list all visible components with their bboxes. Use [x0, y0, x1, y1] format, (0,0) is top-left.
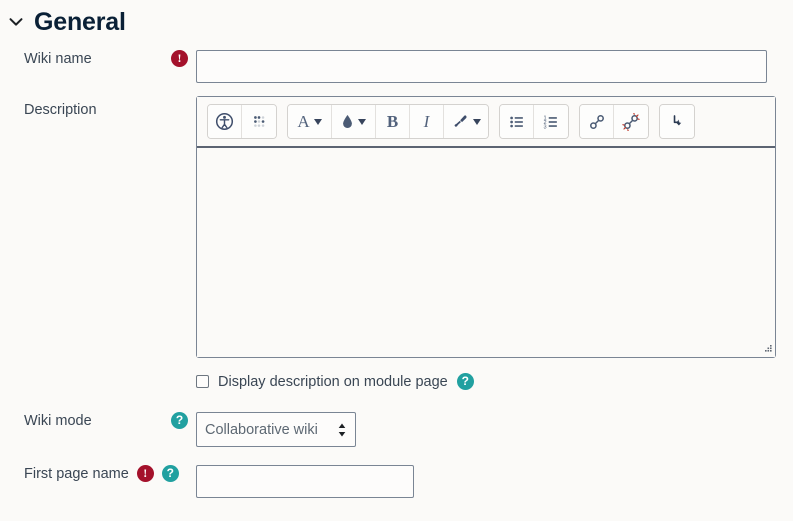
chevron-down-icon: [472, 118, 481, 125]
display-description-label: Display description on module page: [218, 373, 448, 390]
text-color-icon[interactable]: [332, 105, 376, 138]
wiki-mode-label: Wiki mode: [24, 412, 92, 429]
toolbar-group-accessibility: [207, 104, 277, 139]
description-textarea[interactable]: [197, 148, 775, 357]
chevron-down-icon: [313, 118, 322, 125]
display-description-checkbox[interactable]: [196, 375, 209, 388]
editor-toolbar: A B I 1 2 3: [197, 97, 775, 148]
chevron-down-icon[interactable]: [8, 14, 24, 30]
field-col-wiki-name: [196, 50, 793, 83]
help-question-icon[interactable]: ?: [171, 412, 188, 429]
ordered-list-icon[interactable]: 1 2 3: [534, 105, 568, 138]
italic-icon[interactable]: I: [410, 105, 444, 138]
chevron-down-icon: [358, 118, 366, 125]
wiki-mode-selected-value: Collaborative wiki: [205, 421, 318, 438]
toolbar-group-insert: [659, 104, 695, 139]
link-icon[interactable]: [580, 105, 614, 138]
unordered-list-icon[interactable]: [500, 105, 534, 138]
rich-text-editor: A B I 1 2 3: [196, 96, 776, 358]
wiki-name-input[interactable]: [196, 50, 767, 83]
label-col-wiki-mode: Wiki mode ?: [0, 412, 196, 429]
toolbar-group-formatting: A B I: [287, 104, 489, 139]
label-col-description: Description: [0, 96, 196, 118]
form-row-first-page-name: First page name ! ?: [0, 465, 793, 498]
required-exclamation-icon: !: [171, 50, 188, 67]
svg-text:3: 3: [543, 124, 546, 130]
toolbar-group-links: [579, 104, 649, 139]
font-a-glyph: A: [297, 112, 310, 131]
help-question-icon[interactable]: ?: [456, 373, 474, 390]
section-header-general[interactable]: General: [0, 0, 793, 40]
form-row-description: Description A B I 1 2 3 Display descript…: [0, 96, 793, 390]
highlight-brush-icon[interactable]: [444, 105, 488, 138]
insert-arrow-icon[interactable]: [660, 105, 694, 138]
field-col-description: A B I 1 2 3 Display description on modul…: [196, 96, 793, 390]
unlink-icon[interactable]: [614, 105, 648, 138]
toolbar-group-lists: 1 2 3: [499, 104, 569, 139]
accessibility-checker-icon[interactable]: [208, 105, 242, 138]
select-updown-arrows-icon: [337, 422, 347, 438]
field-col-wiki-mode: Collaborative wiki: [196, 412, 793, 447]
bold-glyph: B: [386, 112, 399, 131]
italic-glyph: I: [423, 112, 430, 131]
required-exclamation-icon: !: [136, 465, 154, 482]
resize-grip-icon[interactable]: [761, 343, 773, 355]
first-page-name-label: First page name: [24, 465, 129, 482]
help-question-icon[interactable]: ?: [161, 465, 179, 482]
form-row-wiki-name: Wiki name !: [0, 50, 793, 83]
screenreader-helper-icon[interactable]: [242, 105, 276, 138]
font-style-icon[interactable]: A: [288, 105, 332, 138]
form-row-wiki-mode: Wiki mode ? Collaborative wiki: [0, 412, 793, 447]
page-title: General: [34, 7, 126, 36]
wiki-settings-form: General Wiki name ! Description A B I 1 …: [0, 0, 793, 521]
label-col-first-page-name: First page name ! ?: [0, 465, 196, 482]
label-col-wiki-name: Wiki name !: [0, 50, 196, 67]
description-label: Description: [24, 102, 97, 118]
wiki-mode-select[interactable]: Collaborative wiki: [196, 412, 356, 447]
field-col-first-page-name: [196, 465, 793, 498]
wiki-name-label: Wiki name: [24, 50, 92, 67]
first-page-name-input[interactable]: [196, 465, 414, 498]
bold-icon[interactable]: B: [376, 105, 410, 138]
display-description-row: Display description on module page ?: [196, 373, 793, 390]
